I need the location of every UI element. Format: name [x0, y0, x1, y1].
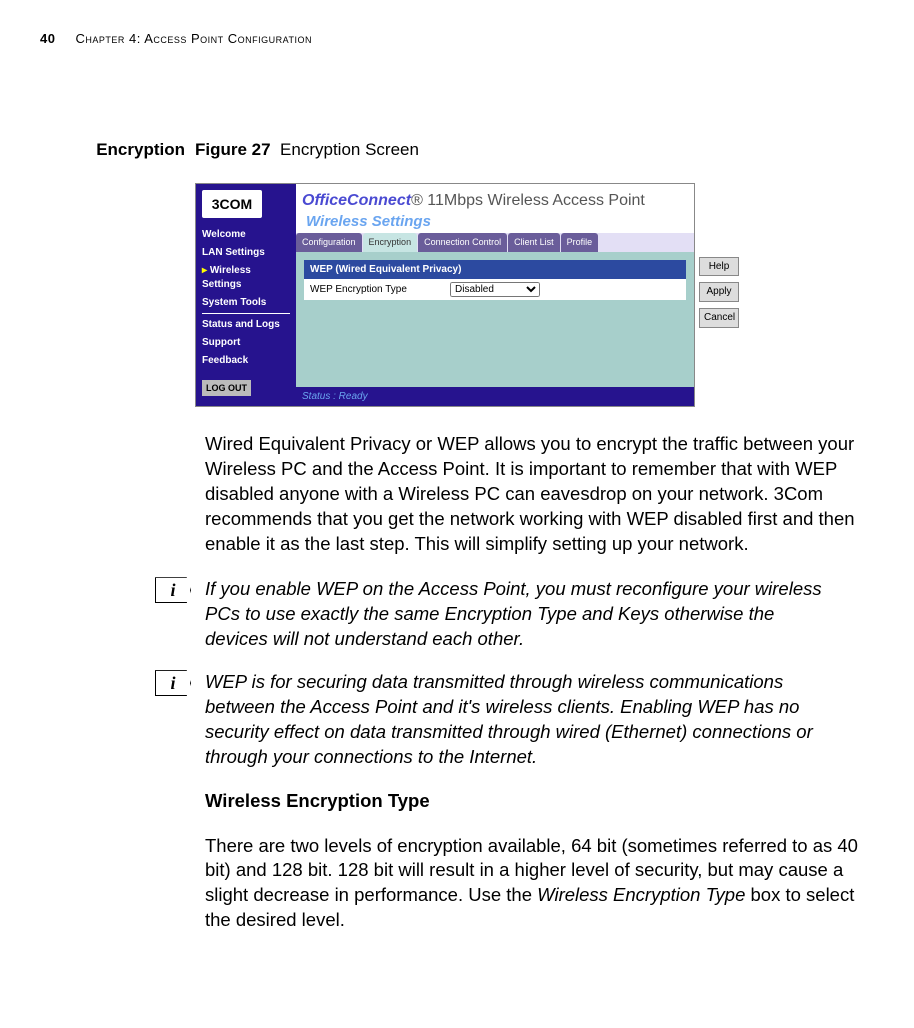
- note-1: If you enable WEP on the Access Point, y…: [205, 577, 874, 652]
- nav-system-tools[interactable]: System Tools: [202, 296, 290, 310]
- nav-wireless-settings[interactable]: Wireless Settings: [202, 264, 290, 292]
- tab-bar: Configuration Encryption Connection Cont…: [296, 233, 694, 251]
- apply-button[interactable]: Apply: [699, 282, 739, 302]
- nav-status-logs[interactable]: Status and Logs: [202, 318, 290, 332]
- logout-button[interactable]: LOG OUT: [202, 380, 251, 396]
- subsection-heading: Wireless Encryption Type: [205, 788, 874, 814]
- page-subtitle: Wireless Settings: [296, 212, 694, 233]
- section-heading: Encryption: [40, 138, 195, 407]
- sidebar: 3COM Welcome LAN Settings Wireless Setti…: [196, 184, 296, 406]
- logo-3com: 3COM: [202, 190, 262, 218]
- info-icon: i: [155, 670, 191, 696]
- tab-encryption[interactable]: Encryption: [363, 233, 418, 251]
- figure-label: Figure 27: [195, 140, 271, 159]
- chapter-title: Chapter 4: Access Point Configuration: [75, 30, 312, 48]
- tab-connection-control[interactable]: Connection Control: [418, 233, 507, 251]
- settings-panel: WEP (Wired Equivalent Privacy) WEP Encry…: [296, 252, 694, 387]
- nav-welcome[interactable]: Welcome: [202, 228, 290, 242]
- body2-em: Wireless Encryption Type: [537, 884, 745, 905]
- tab-profile[interactable]: Profile: [561, 233, 599, 251]
- body-paragraph-2: There are two levels of encryption avail…: [205, 834, 874, 934]
- wep-type-select[interactable]: Disabled: [450, 282, 540, 297]
- nav-feedback[interactable]: Feedback: [202, 354, 290, 368]
- figure-caption: Figure 27 Encryption Screen: [195, 138, 874, 161]
- nav-lan-settings[interactable]: LAN Settings: [202, 246, 290, 260]
- tab-client-list[interactable]: Client List: [508, 233, 560, 251]
- brand-header: OfficeConnect® 11Mbps Wireless Access Po…: [296, 184, 694, 212]
- page-number: 40: [40, 30, 55, 48]
- figure-caption-text: Encryption Screen: [280, 140, 419, 159]
- figure-screenshot: 3COM Welcome LAN Settings Wireless Setti…: [195, 183, 695, 407]
- info-icon: i: [155, 577, 191, 603]
- wep-section-title: WEP (Wired Equivalent Privacy): [304, 260, 686, 280]
- tab-configuration[interactable]: Configuration: [296, 233, 362, 251]
- brand-officeconnect: OfficeConnect: [302, 192, 411, 209]
- note-2: WEP is for securing data transmitted thr…: [205, 670, 874, 770]
- cancel-button[interactable]: Cancel: [699, 308, 739, 328]
- brand-suffix: ® 11Mbps Wireless Access Point: [411, 192, 645, 209]
- status-bar: Status : Ready: [296, 387, 694, 407]
- intro-paragraph: Wired Equivalent Privacy or WEP allows y…: [205, 432, 874, 557]
- nav-support[interactable]: Support: [202, 336, 290, 350]
- help-button[interactable]: Help: [699, 257, 739, 277]
- wep-type-label: WEP Encryption Type: [310, 283, 450, 297]
